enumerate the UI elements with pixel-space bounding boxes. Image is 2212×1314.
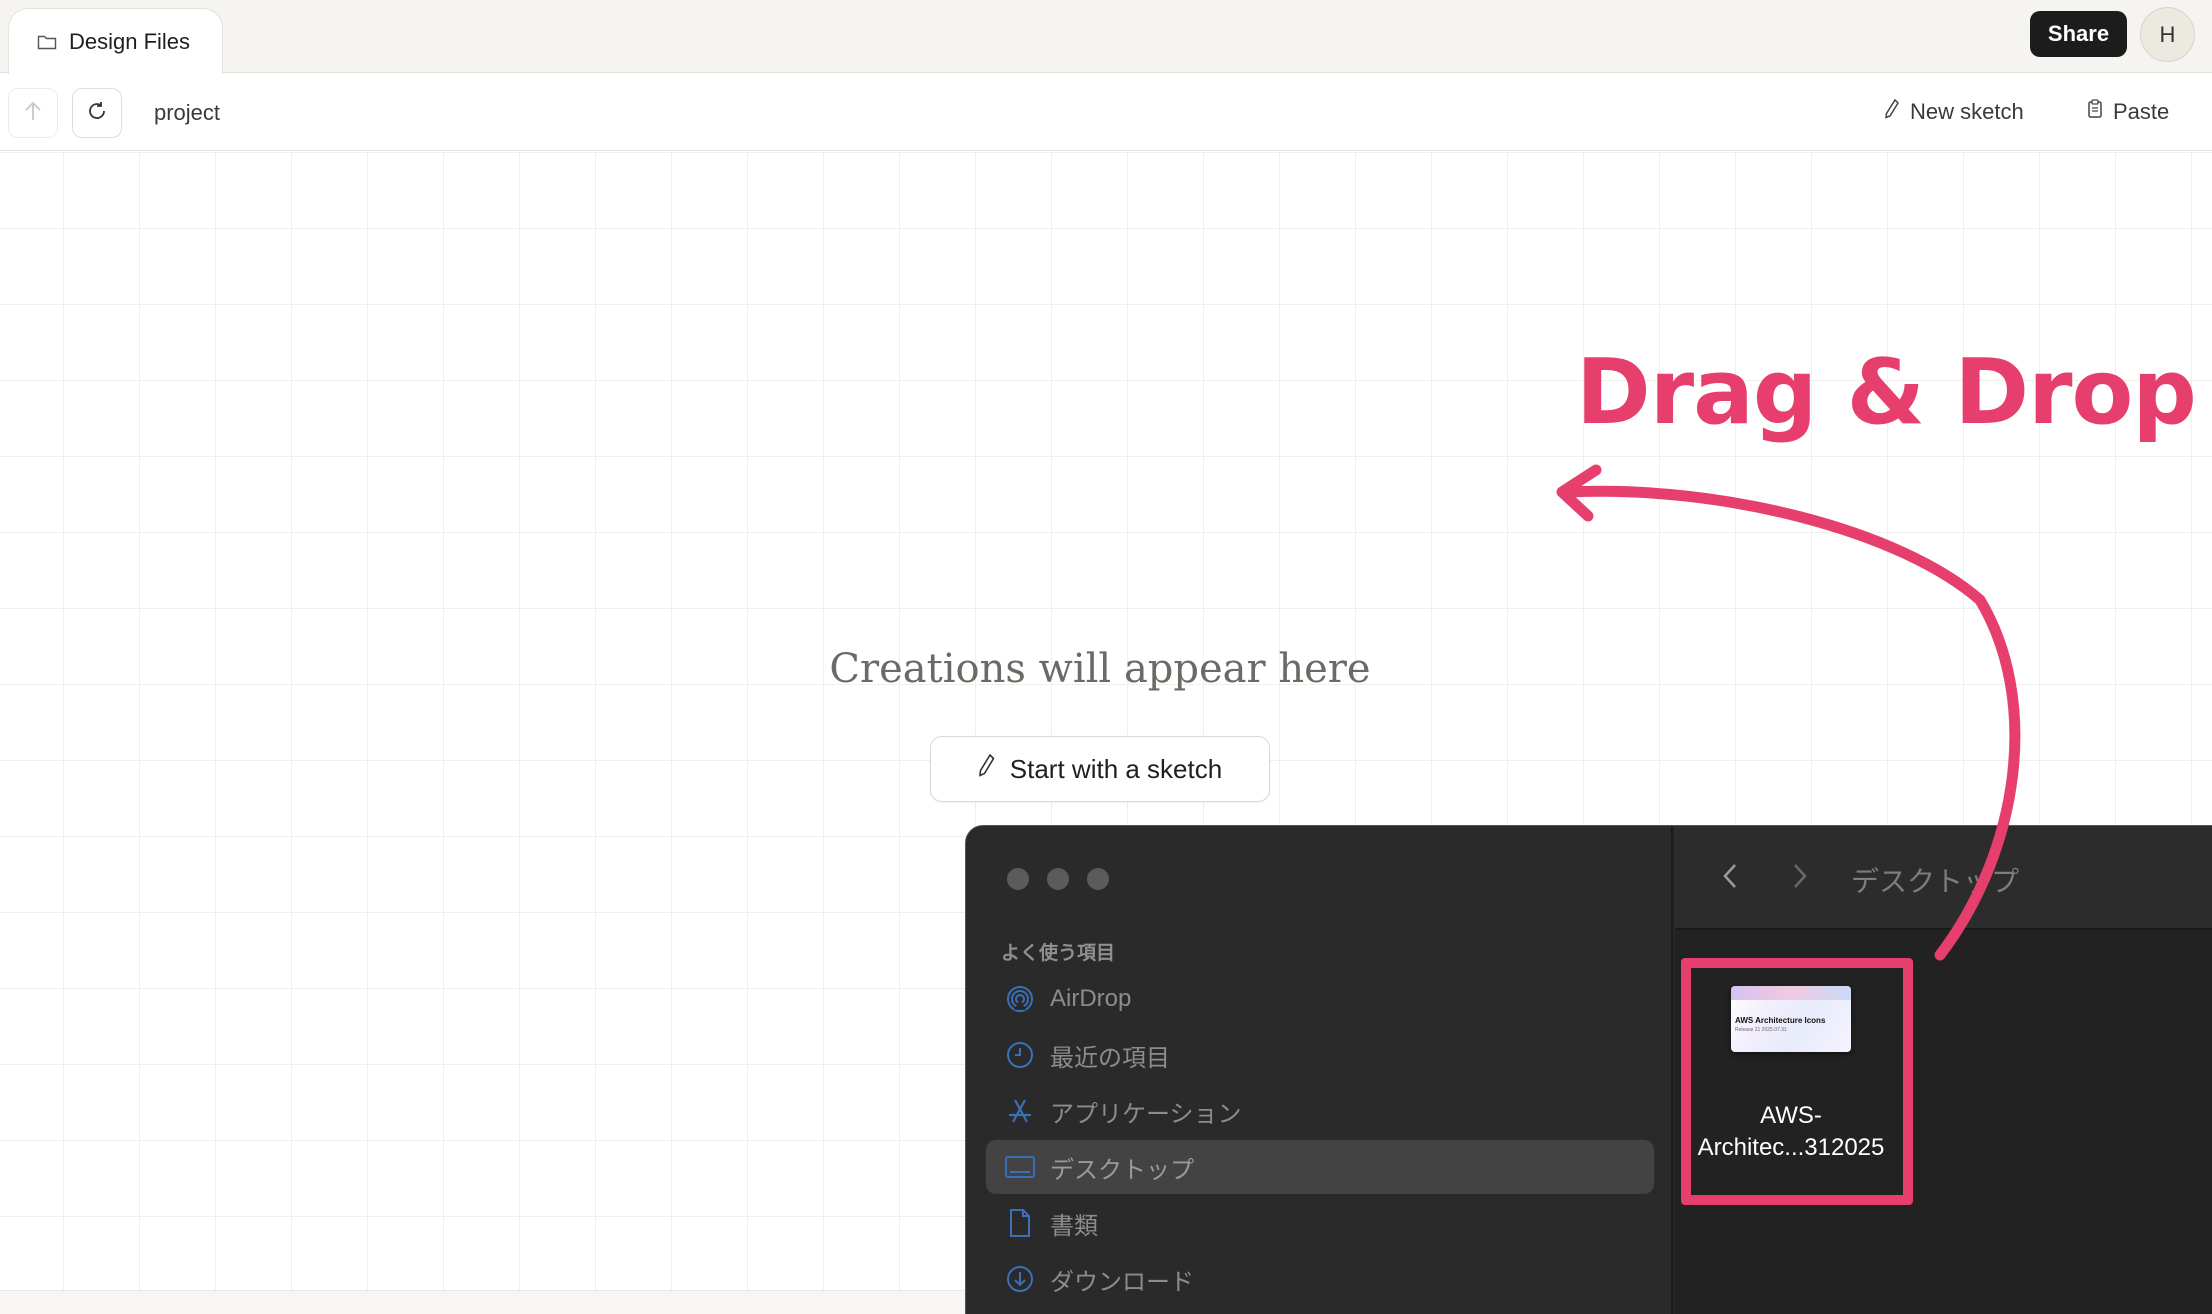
- sidebar-item-label: 最近の項目: [1050, 1044, 1170, 1072]
- pencil-icon: [1884, 98, 1900, 126]
- tab-design-files[interactable]: Design Files: [8, 8, 223, 74]
- paste-button[interactable]: Paste: [2087, 98, 2169, 126]
- forward-button[interactable]: [1785, 858, 1815, 898]
- file-name: AWS-Architec...312025: [1697, 1102, 1885, 1161]
- start-sketch-label: Start with a sketch: [1009, 753, 1223, 784]
- chevron-right-icon: [1792, 862, 1808, 895]
- finder-sidebar: よく使う項目 AirDrop 最近の項目 アプリケーション デスクトップ 書類 …: [966, 826, 1673, 1314]
- canvas-bottom-strip: [0, 1290, 965, 1314]
- document-icon: [1004, 1207, 1036, 1239]
- sidebar-item-label: ダウンロード: [1050, 1268, 1194, 1296]
- new-sketch-label: New sketch: [1910, 99, 2024, 124]
- toolbar: project New sketch Paste: [0, 74, 2212, 151]
- sidebar-item-recents[interactable]: 最近の項目: [986, 1028, 1654, 1082]
- empty-state-title: Creations will appear here: [829, 646, 1371, 692]
- refresh-icon: [85, 99, 109, 128]
- close-window-button[interactable]: [1007, 868, 1029, 890]
- sidebar-item-downloads[interactable]: ダウンロード: [986, 1252, 1654, 1306]
- up-button[interactable]: [8, 88, 58, 138]
- desktop-icon: [1004, 1151, 1036, 1183]
- download-icon: [1004, 1263, 1036, 1295]
- breadcrumb[interactable]: project: [154, 100, 220, 126]
- sidebar-item-label: 書類: [1050, 1212, 1098, 1240]
- back-button[interactable]: [1715, 858, 1745, 898]
- sidebar-item-documents[interactable]: 書類: [986, 1196, 1654, 1250]
- sidebar-item-desktop[interactable]: デスクトップ: [986, 1140, 1654, 1194]
- zoom-window-button[interactable]: [1087, 868, 1109, 890]
- finder-content: デスクトップ AWS Architecture Icons Release 21…: [1675, 826, 2212, 1314]
- favorites-section-label: よく使う項目: [1001, 943, 1116, 964]
- share-button[interactable]: Share: [2030, 11, 2127, 57]
- thumbnail-subtitle: Release 21 2025.07.31: [1735, 1027, 1787, 1033]
- thumbnail-title: AWS Architecture Icons: [1735, 1016, 1826, 1025]
- applications-icon: [1004, 1095, 1036, 1127]
- finder-toolbar: デスクトップ: [1675, 826, 2212, 930]
- airdrop-icon: [1004, 983, 1036, 1015]
- sidebar-item-label: AirDrop: [1050, 985, 1132, 1012]
- paste-label: Paste: [2113, 99, 2170, 124]
- finder-location-title: デスクトップ: [1851, 866, 2020, 897]
- new-sketch-button[interactable]: New sketch: [1884, 98, 2024, 126]
- sidebar-item-applications[interactable]: アプリケーション: [986, 1084, 1654, 1138]
- file-aws-architecture[interactable]: AWS Architecture Icons Release 21 2025.0…: [1691, 954, 1891, 1164]
- drag-drop-annotation: Drag & Drop: [1576, 340, 2197, 445]
- arrow-up-icon: [23, 100, 43, 127]
- sidebar-item-airdrop[interactable]: AirDrop: [986, 972, 1654, 1026]
- tab-label: Design Files: [69, 28, 191, 54]
- avatar[interactable]: H: [2140, 7, 2195, 62]
- refresh-button[interactable]: [72, 88, 122, 138]
- clock-icon: [1004, 1039, 1036, 1071]
- chevron-left-icon: [1722, 862, 1738, 895]
- minimize-window-button[interactable]: [1047, 868, 1069, 890]
- finder-window[interactable]: よく使う項目 AirDrop 最近の項目 アプリケーション デスクトップ 書類 …: [965, 825, 2212, 1314]
- clipboard-icon: [2087, 98, 2103, 126]
- folder-icon: [37, 34, 57, 50]
- sidebar-item-label: デスクトップ: [1050, 1156, 1194, 1184]
- tab-bar: Design Files Share H: [0, 0, 2212, 74]
- sidebar-item-label: アプリケーション: [1050, 1100, 1242, 1128]
- pencil-icon: [978, 753, 996, 786]
- start-sketch-button[interactable]: Start with a sketch: [930, 736, 1270, 802]
- file-thumbnail: AWS Architecture Icons Release 21 2025.0…: [1731, 986, 1851, 1052]
